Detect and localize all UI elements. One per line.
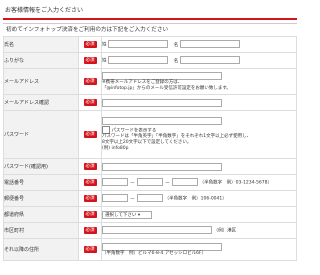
row-email-confirm: メールアドレス確認 必須 — [3, 94, 297, 111]
required-badge: 必須 — [83, 195, 97, 202]
label-email-confirm: メールアドレス確認 — [3, 94, 79, 111]
city-hint: （例）港区 — [213, 228, 237, 234]
required-badge: 必須 — [83, 246, 97, 253]
label-phone: 電話番号 — [3, 174, 79, 191]
last-name-input[interactable] — [108, 40, 169, 49]
label-name: 氏名 — [3, 36, 79, 53]
required-badge: 必須 — [83, 78, 97, 85]
email-confirm-input[interactable] — [102, 98, 222, 107]
section-title: お客様情報をご入力ください — [3, 5, 297, 20]
required-badge: 必須 — [83, 179, 97, 186]
city-input[interactable] — [102, 226, 212, 235]
label-zip: 郵便番号 — [3, 190, 79, 207]
row-prefecture: 都道府県 必須 選択して下さい ▾ — [3, 206, 297, 223]
password-confirm-input[interactable] — [102, 162, 222, 171]
row-phone: 電話番号 必須 － － （半角数字 例）03-1234-5678） — [3, 174, 297, 191]
label-password-confirm: パスワード(確認用) — [3, 158, 79, 175]
zip-part-2-input[interactable] — [137, 194, 164, 203]
row-password-confirm: パスワード(確認用) 必須 — [3, 158, 297, 175]
required-badge: 必須 — [83, 99, 97, 106]
row-zip: 郵便番号 必須 － （半角数字 例）106-0041） — [3, 190, 297, 207]
first-kana-input[interactable] — [179, 56, 240, 65]
last-kana-input[interactable] — [108, 56, 169, 65]
password-hint-3: (例) info80p — [102, 146, 129, 152]
email-input[interactable] — [102, 71, 222, 80]
chevron-down-icon: ▾ — [137, 212, 141, 218]
show-password-checkbox[interactable] — [102, 125, 110, 134]
phone-part-2-input[interactable] — [137, 178, 164, 187]
row-address: それ以降の住所 必須 （半角数字 例）ビルマ6-8-4 アセッシロビル6F） — [3, 238, 297, 261]
address-hint-1: （半角数字 例）ビルマ6-8-4 アセッシロビル6F） — [102, 250, 207, 256]
show-password-label: パスワードを表示する — [111, 128, 157, 134]
phone-dash: － — [130, 179, 136, 186]
row-email: メールアドレス 必須 ※携帯メールアドレスをご登録の方は、 「@infotop.… — [3, 68, 297, 95]
required-badge: 必須 — [83, 131, 97, 138]
intro-text: 初めてインフォトップ決済をご利用の方は下記をご入力ください — [3, 23, 297, 36]
label-city: 市区町村 — [3, 222, 79, 239]
zip-part-1-input[interactable] — [102, 194, 128, 203]
address-input[interactable] — [102, 242, 222, 251]
email-hint-2: 「@infotop.jp」からのメール受信許可設定をお願い致します。 — [102, 85, 231, 91]
label-prefecture: 都道府県 — [3, 206, 79, 223]
phone-hint: （半角数字 例）03-1234-5678） — [199, 180, 273, 186]
required-badge: 必須 — [83, 163, 97, 170]
first-kana-label: 名 — [173, 58, 179, 64]
phone-part-3-input[interactable] — [172, 178, 199, 187]
customer-form: 氏名 必須 姓 名 ふりがな 必須 姓 名 メールアドレス 必須 ※携帯メールア… — [3, 36, 297, 261]
required-badge: 必須 — [83, 211, 97, 218]
password-input[interactable] — [102, 116, 222, 125]
required-badge: 必須 — [83, 227, 97, 234]
row-password: パスワード 必須 パスワードを表示する パスワードは「半角英字」「半角数字」をそ… — [3, 110, 297, 159]
phone-part-1-input[interactable] — [102, 178, 128, 187]
first-name-input[interactable] — [179, 40, 240, 49]
phone-dash: － — [165, 179, 171, 186]
row-furigana: ふりがな 必須 姓 名 — [3, 52, 297, 69]
last-kana-label: 姓 — [102, 58, 107, 64]
row-name: 氏名 必須 姓 名 — [3, 36, 297, 53]
label-furigana: ふりがな — [3, 52, 79, 69]
checkout-page: お客様情報をご入力ください 初めてインフォトップ決済をご利用の方は下記をご入力く… — [0, 5, 300, 275]
prefecture-select[interactable]: 選択して下さい ▾ — [102, 210, 152, 219]
prefecture-selected: 選択して下さい — [105, 212, 137, 218]
label-email: メールアドレス — [3, 68, 79, 95]
label-address: それ以降の住所 — [3, 238, 79, 261]
required-badge: 必須 — [83, 57, 97, 64]
required-badge: 必須 — [83, 41, 97, 48]
zip-hint: （半角数字 例）106-0041） — [164, 196, 227, 202]
last-name-label: 姓 — [102, 42, 107, 48]
zip-dash: － — [130, 195, 136, 202]
label-password: パスワード — [3, 110, 79, 159]
first-name-label: 名 — [173, 42, 179, 48]
row-city: 市区町村 必須 （例）港区 — [3, 222, 297, 239]
